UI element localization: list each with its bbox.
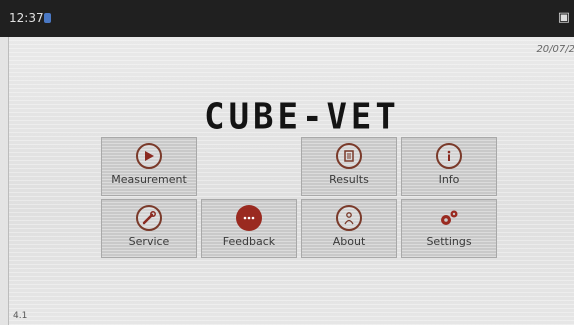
service-label: Service <box>128 235 170 248</box>
version-label: 4.1 <box>13 311 28 321</box>
list-icon <box>336 143 362 169</box>
main-screen: 20/07/2 CUBE-VET Measurement Results Inf… <box>8 37 574 325</box>
info-label: Info <box>438 173 460 186</box>
about-button[interactable]: About <box>301 199 397 258</box>
settings-label: Settings <box>426 235 472 248</box>
gears-icon <box>436 205 462 231</box>
date-label: 20/07/2 <box>536 44 574 55</box>
notification-icon <box>44 13 51 23</box>
feedback-label: Feedback <box>222 235 276 248</box>
vibrate-icon: ▣ <box>557 10 570 25</box>
status-bar: 12:37 ▣ <box>0 0 574 37</box>
settings-button[interactable]: Settings <box>401 199 497 258</box>
info-button[interactable]: Info <box>401 137 497 196</box>
wrench-icon <box>136 205 162 231</box>
about-icon <box>336 205 362 231</box>
app-logo: CUBE-VET <box>204 96 400 138</box>
status-time: 12:37 <box>9 11 44 25</box>
results-label: Results <box>329 173 369 186</box>
feedback-button[interactable]: Feedback <box>201 199 297 258</box>
chat-icon <box>236 205 262 231</box>
service-button[interactable]: Service <box>101 199 197 258</box>
results-button[interactable]: Results <box>301 137 397 196</box>
measurement-button[interactable]: Measurement <box>101 137 197 196</box>
info-icon <box>436 143 462 169</box>
measurement-label: Measurement <box>111 173 187 186</box>
menu-grid: Measurement Results Info Service Feedbac… <box>101 137 501 263</box>
about-label: About <box>332 235 366 248</box>
play-icon <box>136 143 162 169</box>
